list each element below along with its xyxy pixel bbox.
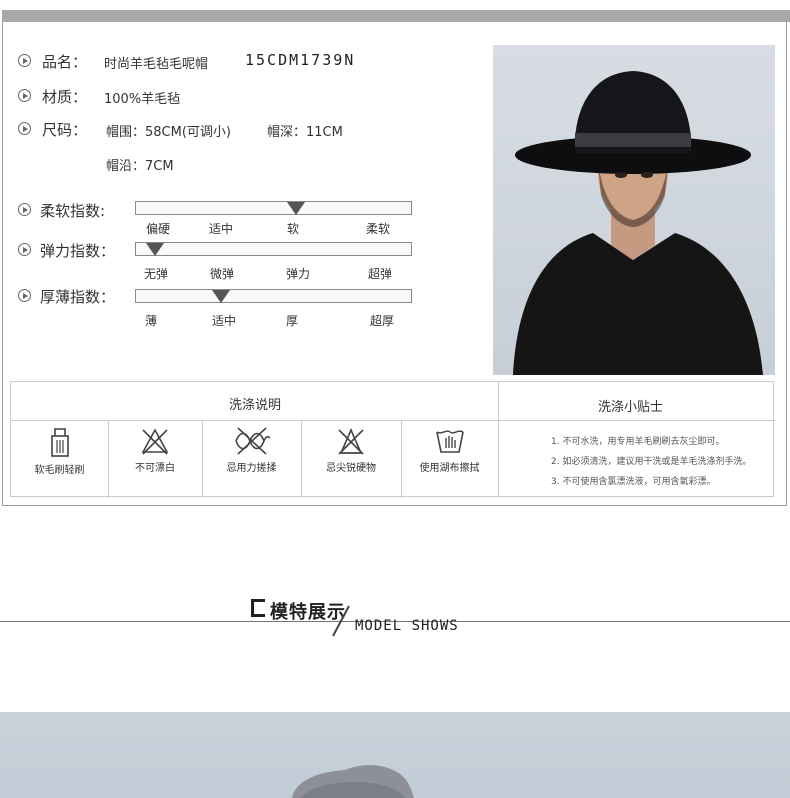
- care-caption: 软毛刷轻刷: [34, 465, 85, 476]
- care-item: 忌用力搓揉: [202, 422, 301, 492]
- softness-tick: 偏硬: [145, 222, 171, 236]
- size-depth: 帽深：11CM: [267, 125, 343, 140]
- care-caption: 忌用力搓揉: [226, 463, 277, 474]
- softness-tick: 软: [286, 222, 300, 236]
- care-instructions-panel: 洗涤说明 洗涤小贴士 软毛刷轻刷 不可漂白 忌用力搓揉 忌尖锐硬物 使用湖布擦拭…: [10, 381, 775, 498]
- no-sharp-icon: [338, 427, 364, 455]
- tips-title: 洗涤小贴士: [598, 400, 664, 415]
- softness-tick: 柔软: [365, 222, 391, 236]
- thickness-tick: 适中: [211, 314, 237, 328]
- elasticity-tick: 微弹: [209, 267, 235, 281]
- care-caption: 不可漂白: [135, 463, 175, 474]
- panel-divider: [11, 420, 775, 421]
- product-code: 15CDM1739N: [245, 51, 356, 69]
- product-model-photo: [493, 45, 775, 375]
- size-brim: 帽沿：7CM: [106, 159, 174, 174]
- size-label: 尺码：: [42, 121, 88, 139]
- care-item: 不可漂白: [108, 422, 202, 492]
- no-wring-icon: [234, 427, 271, 455]
- top-gray-bar: [2, 10, 790, 22]
- model-section-subtitle: MODEL SHOWS: [355, 618, 459, 634]
- name-label: 品名：: [42, 53, 88, 71]
- name-value: 时尚羊毛毡毛呢帽: [104, 57, 209, 72]
- care-tip: 2. 如必须清洗，建议用干洗或是羊毛洗涤剂手洗。: [551, 457, 752, 467]
- wash-title: 洗涤说明: [229, 398, 282, 413]
- softness-tick: 适中: [208, 222, 234, 236]
- softness-scale: [135, 201, 412, 215]
- elasticity-label: 弹力指数：: [40, 242, 116, 260]
- softness-label: 柔软指数:: [40, 202, 106, 220]
- model-section-title: 模特展示: [270, 602, 346, 623]
- thickness-tick: 厚: [285, 314, 299, 328]
- section-bracket-icon: [251, 599, 265, 617]
- material-label: 材质：: [42, 88, 88, 106]
- care-caption: 忌尖锐硬物: [326, 463, 376, 474]
- no-bleach-icon: [141, 428, 169, 455]
- care-tip: 3. 不可使用含氯漂洗液，可用含氧彩漂。: [551, 477, 716, 487]
- elasticity-tick: 弹力: [285, 267, 311, 281]
- care-item: 使用湖布擦拭: [401, 422, 498, 492]
- bullet-icon: [18, 122, 31, 135]
- thickness-tick: 薄: [144, 314, 158, 328]
- thickness-scale: [135, 289, 412, 303]
- model-photo-preview: [0, 712, 790, 798]
- thickness-marker: [212, 290, 231, 303]
- elasticity-scale: [135, 242, 412, 256]
- thickness-label: 厚薄指数：: [40, 288, 116, 306]
- care-tip: 1. 不可水洗，用专用羊毛刷刷去灰尘即可。: [551, 437, 725, 447]
- bullet-icon: [18, 243, 31, 256]
- elasticity-tick: 超弹: [367, 267, 393, 281]
- bullet-icon: [18, 289, 31, 302]
- care-item: 软毛刷轻刷: [11, 422, 108, 492]
- bullet-icon: [18, 203, 31, 216]
- care-item: 忌尖锐硬物: [301, 422, 401, 492]
- panel-divider: [498, 382, 499, 498]
- bullet-icon: [18, 54, 31, 67]
- care-caption: 使用湖布擦拭: [419, 463, 480, 474]
- thickness-tick: 超厚: [369, 314, 395, 328]
- elasticity-tick: 无弹: [143, 267, 169, 281]
- material-value: 100%羊毛毡: [104, 92, 181, 107]
- brush-icon: [50, 428, 69, 457]
- hand-wash-icon: [435, 430, 464, 453]
- bullet-icon: [18, 89, 31, 102]
- elasticity-marker: [146, 243, 165, 256]
- size-circumference: 帽围：58CM(可调小): [106, 125, 231, 140]
- softness-marker: [286, 202, 305, 215]
